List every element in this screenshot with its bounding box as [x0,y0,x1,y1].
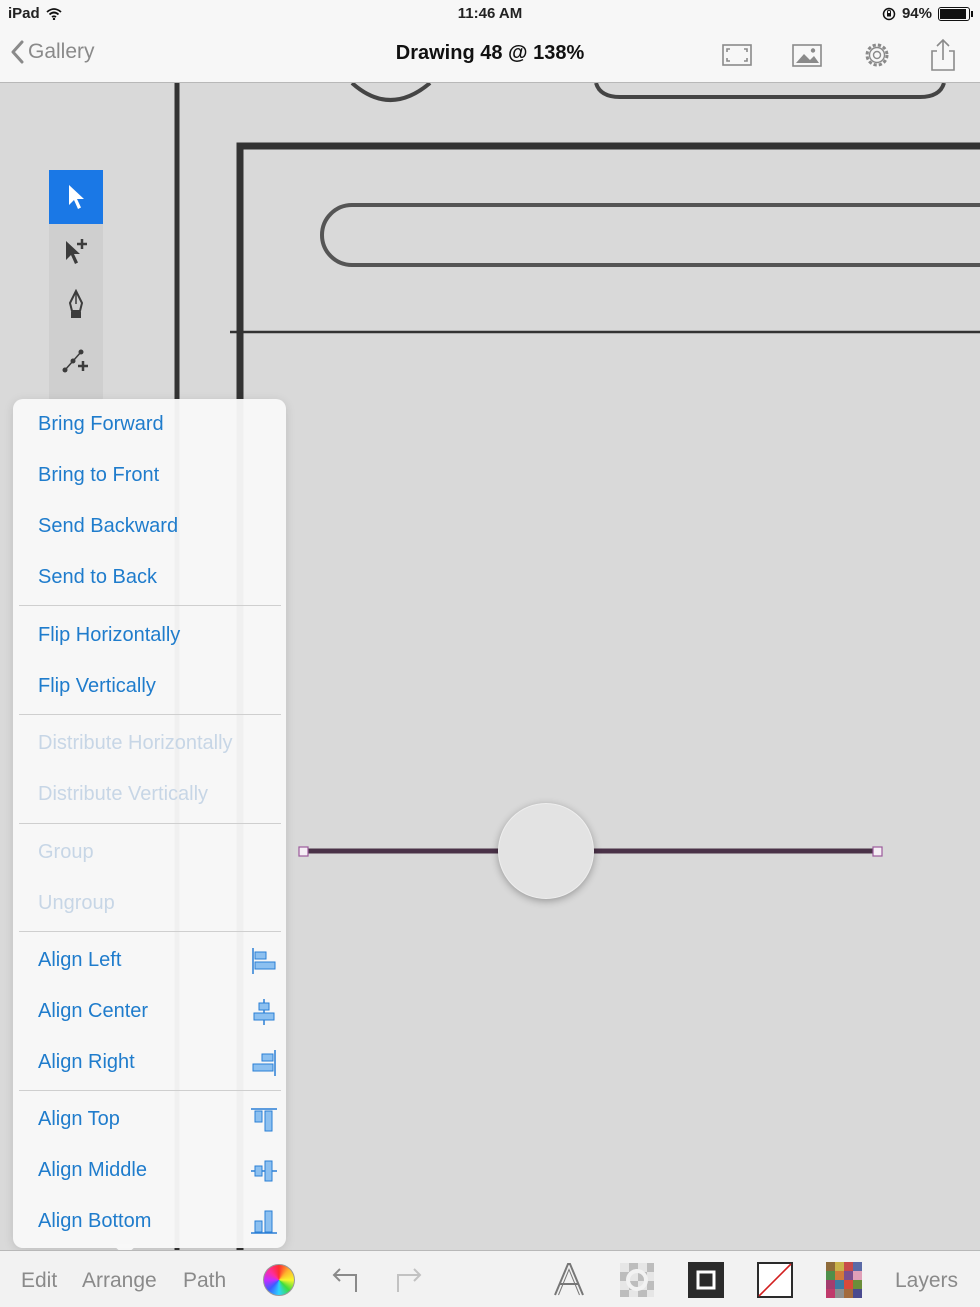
menu-separator [19,714,281,715]
menu-align-right[interactable]: Align Right [38,1040,278,1084]
pen-icon [68,289,84,318]
menu-group: Group [38,840,94,863]
align-left-icon [252,948,276,974]
pen-tool[interactable] [49,278,103,332]
menu-separator [19,931,281,932]
align-middle-icon [251,1160,277,1182]
battery-fill [940,8,967,19]
image-icon[interactable] [790,38,824,72]
menu-distribute-horizontally: Distribute Horizontally [38,731,233,754]
menu-ungroup: Ungroup [38,891,115,914]
subselect-arrow-icon [66,239,87,264]
select-arrow-icon [69,185,84,209]
tool-palette [49,170,103,400]
path-menu-button[interactable]: Path [183,1269,226,1293]
menu-align-center[interactable]: Align Center [38,989,278,1033]
stroke-icon[interactable] [687,1261,725,1299]
arrange-menu-button[interactable]: Arrange [82,1269,157,1293]
menu-distribute-vertically: Distribute Vertically [38,782,209,805]
menu-align-top[interactable]: Align Top [38,1097,278,1141]
touch-indicator [498,803,594,899]
color-wheel-icon[interactable] [263,1264,295,1296]
menu-separator [19,1090,281,1091]
align-center-icon [253,999,275,1025]
menu-align-middle[interactable]: Align Middle [38,1148,278,1192]
subselect-tool[interactable] [49,224,103,278]
align-right-icon [252,1050,276,1076]
menu-send-to-back[interactable]: Send to Back [38,555,278,599]
arrange-menu-popover: Bring Forward Bring to Front Send Backwa… [13,399,286,1248]
status-right: 94% [882,5,973,22]
layers-button[interactable]: Layers [895,1269,958,1293]
swatches-icon[interactable] [825,1261,863,1299]
bottom-toolbar: Edit Arrange Path Layers [0,1250,980,1307]
status-time: 11:46 AM [457,5,523,22]
align-top-icon [251,1108,277,1132]
fullscreen-icon[interactable] [720,38,754,72]
menu-separator [19,605,281,606]
menu-align-bottom[interactable]: Align Bottom [38,1199,278,1243]
bezier-tool[interactable] [49,332,103,386]
redo-icon[interactable] [390,1261,428,1299]
menu-flip-horizontally[interactable]: Flip Horizontally [38,613,278,657]
settings-gear-icon[interactable] [860,38,894,72]
menu-flip-vertically[interactable]: Flip Vertically [38,664,278,708]
navigation-bar: Gallery Drawing 48 @ 138% [0,28,980,83]
share-icon[interactable] [926,38,960,72]
align-bottom-icon [251,1210,277,1234]
status-bar: iPad 11:46 AM 94% [0,0,980,28]
menu-bring-forward[interactable]: Bring Forward [38,402,278,446]
select-tool[interactable] [49,170,103,224]
menu-send-backward[interactable]: Send Backward [38,504,278,548]
menu-bring-to-front[interactable]: Bring to Front [38,453,278,497]
rotation-lock-icon [882,7,896,20]
undo-icon[interactable] [326,1261,364,1299]
edit-menu-button[interactable]: Edit [21,1269,57,1293]
fill-none-icon[interactable] [756,1261,794,1299]
battery-percent: 94% [901,5,932,22]
menu-separator [19,823,281,824]
bezier-path-icon [62,349,88,373]
text-icon[interactable] [550,1261,588,1299]
battery-icon [938,6,973,21]
effects-icon[interactable] [618,1261,656,1299]
document-title: Drawing 48 @ 138% [395,42,585,64]
menu-align-left[interactable]: Align Left [38,938,278,982]
